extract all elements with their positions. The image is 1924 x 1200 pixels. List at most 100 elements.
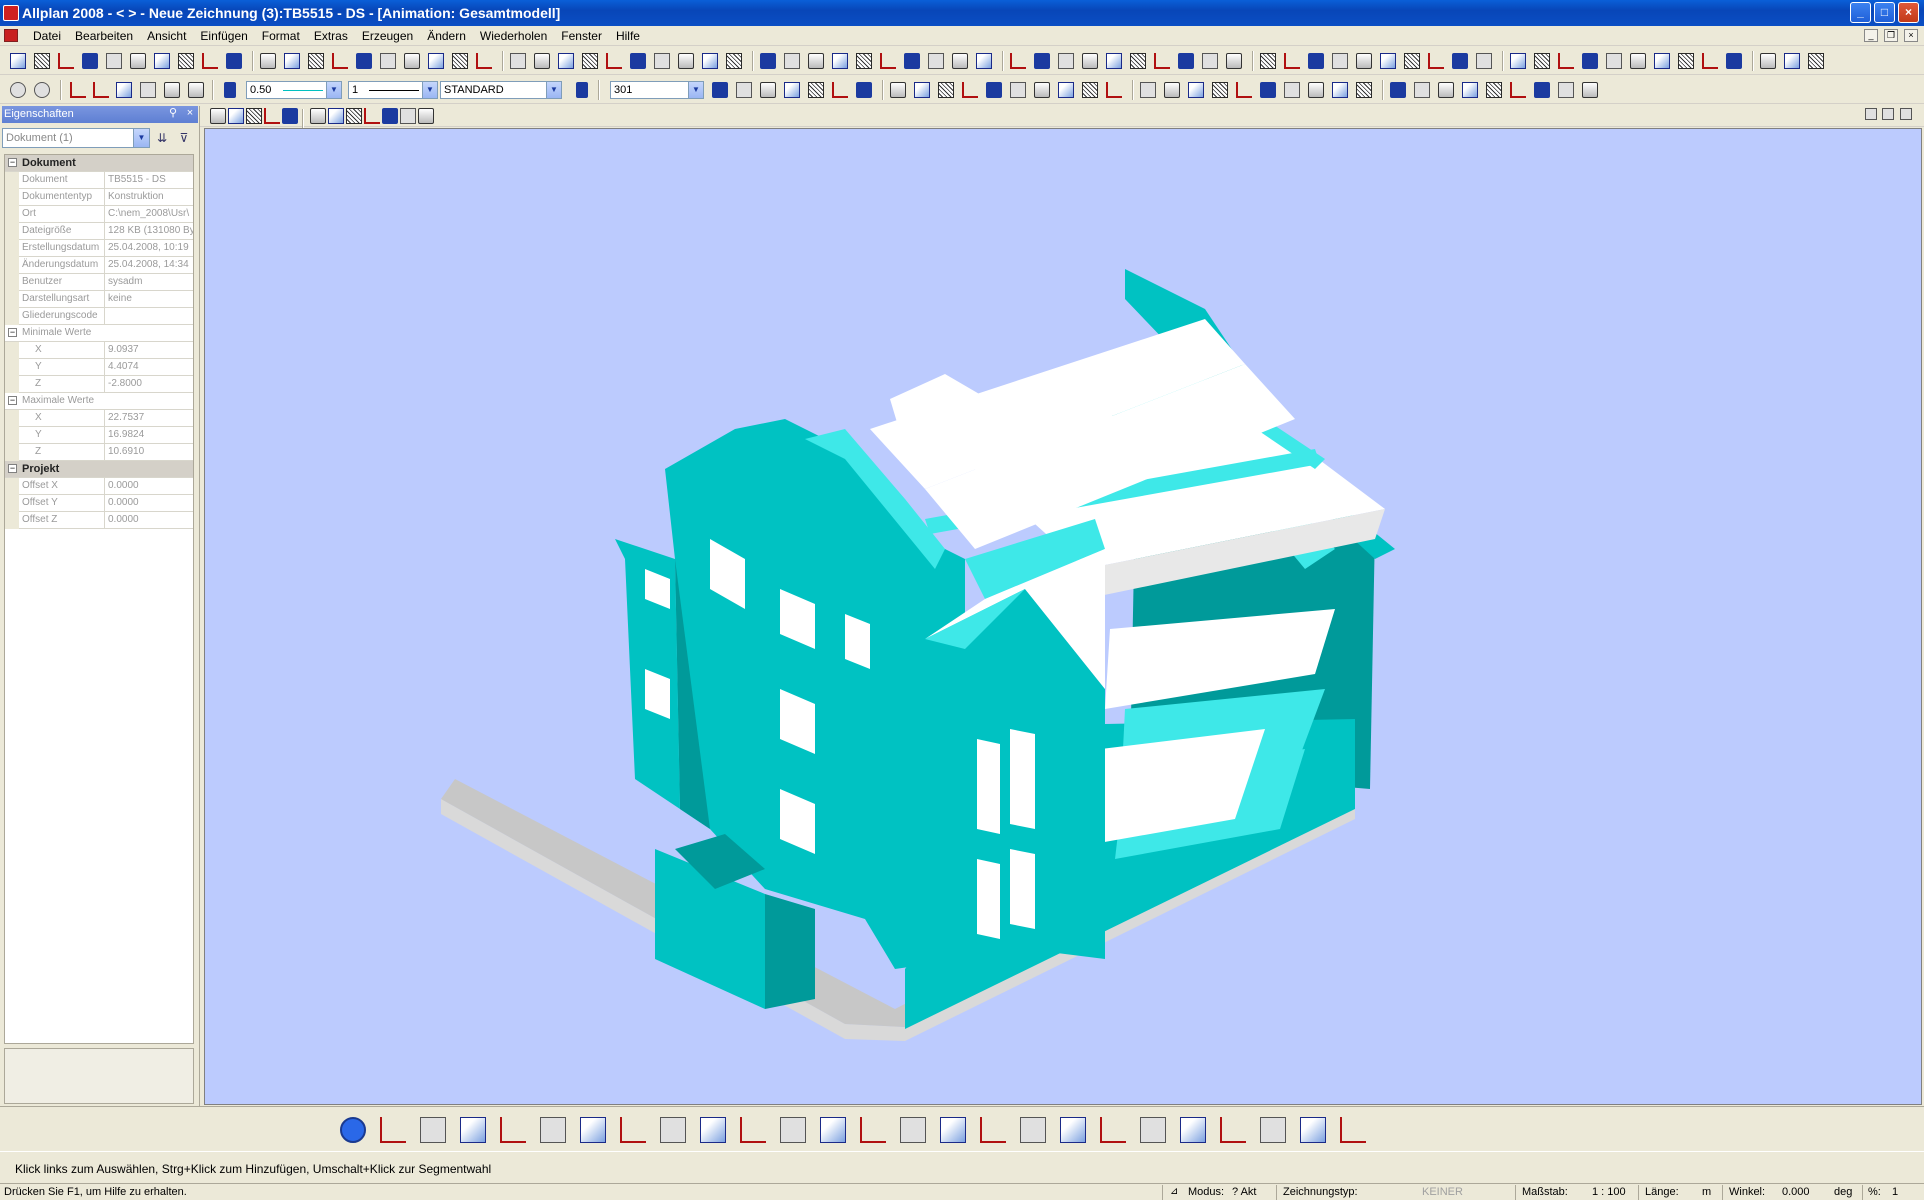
tool-icon[interactable] [726,53,742,69]
drawing-type-value[interactable]: KEINER [1422,1186,1463,1198]
tool-icon[interactable] [962,82,978,98]
tool-icon[interactable] [784,53,800,69]
tool-icon[interactable] [310,108,326,124]
tool-icon[interactable] [558,53,574,69]
tool-icon[interactable] [1630,53,1646,69]
context-tool-icon[interactable] [660,1117,686,1143]
tool-icon[interactable] [1900,108,1912,120]
dimension-icon[interactable] [93,82,109,98]
tool-icon[interactable] [760,82,776,98]
mode-value[interactable]: ? Akt [1232,1186,1256,1198]
property-row[interactable]: Y 16.9824 [5,427,193,444]
property-row[interactable]: Erstellungsdatum 25.04.2008, 10:19 [5,240,193,257]
tool-icon[interactable] [1212,82,1228,98]
property-row[interactable]: Darstellungsart keine [5,291,193,308]
menu-item[interactable]: Extras [307,29,355,43]
tool-icon[interactable] [678,53,694,69]
collapse-icon[interactable]: − [8,158,17,167]
tool-icon[interactable] [1606,53,1622,69]
tool-icon[interactable] [1154,53,1170,69]
tool-icon[interactable] [832,82,848,98]
zoom-window-icon[interactable] [34,82,50,98]
tool-icon[interactable] [202,53,218,69]
property-row[interactable]: Benutzer sysadm [5,274,193,291]
tool-icon[interactable] [736,82,752,98]
tool-icon[interactable] [228,108,244,124]
tool-icon[interactable] [1308,53,1324,69]
tool-icon[interactable] [1140,82,1156,98]
context-tool-icon[interactable] [780,1117,806,1143]
context-tool-icon[interactable] [340,1117,366,1143]
property-group[interactable]: − Projekt [5,461,193,478]
tool-icon[interactable] [284,53,300,69]
document-icon[interactable] [4,29,18,42]
tool-icon[interactable] [890,82,906,98]
property-row[interactable]: Dokumententyp Konstruktion [5,189,193,206]
scale-value[interactable]: 1 : 100 [1592,1186,1626,1198]
context-tool-icon[interactable] [620,1117,646,1143]
property-row[interactable]: X 22.7537 [5,410,193,427]
tool-icon[interactable] [1582,53,1598,69]
tool-icon[interactable] [1404,53,1420,69]
tool-icon[interactable] [712,82,728,98]
tool-icon[interactable] [1784,53,1800,69]
length-value[interactable]: m [1702,1186,1711,1198]
maximize-button[interactable]: □ [1874,2,1895,23]
menu-item[interactable]: Hilfe [609,29,647,43]
context-tool-icon[interactable] [1100,1117,1126,1143]
text-style-icon[interactable] [188,82,204,98]
tool-icon[interactable] [1534,53,1550,69]
line-type-select[interactable]: 1 ▼ [348,81,438,99]
tool-icon[interactable] [364,108,380,124]
chevron-down-icon[interactable]: ▼ [326,82,341,98]
property-row[interactable]: Z -2.8000 [5,376,193,393]
tool-icon[interactable] [1356,82,1372,98]
tool-icon[interactable] [832,53,848,69]
context-tool-icon[interactable] [1220,1117,1246,1143]
measure-icon[interactable] [70,82,86,98]
tool-icon[interactable] [1332,82,1348,98]
tool-icon[interactable] [1414,82,1430,98]
property-row[interactable]: Offset Y 0.0000 [5,495,193,512]
tool-icon[interactable] [928,53,944,69]
tool-icon[interactable] [1882,108,1894,120]
context-tool-icon[interactable] [500,1117,526,1143]
tool-icon[interactable] [380,53,396,69]
property-row[interactable]: Offset Z 0.0000 [5,512,193,529]
property-row[interactable]: Ort C:\nem_2008\Usr\ [5,206,193,223]
minimize-button[interactable]: _ [1850,2,1871,23]
tool-icon[interactable] [282,108,298,124]
context-tool-icon[interactable] [860,1117,886,1143]
tool-icon[interactable] [58,53,74,69]
app-icon[interactable] [3,5,19,21]
tool-icon[interactable] [356,53,372,69]
tool-icon[interactable] [914,82,930,98]
property-row[interactable]: Y 4.4074 [5,359,193,376]
tool-icon[interactable] [1034,53,1050,69]
tool-icon[interactable] [1308,82,1324,98]
tool-icon[interactable] [1260,53,1276,69]
tool-icon[interactable] [1558,53,1574,69]
collapse-icon[interactable]: − [8,328,17,337]
context-tool-icon[interactable] [980,1117,1006,1143]
sort-icon[interactable]: ⇊ [154,130,170,146]
tool-icon[interactable] [1760,53,1776,69]
tool-icon[interactable] [1380,53,1396,69]
tool-icon[interactable] [1865,108,1877,120]
tool-icon[interactable] [178,53,194,69]
tool-icon[interactable] [856,82,872,98]
tool-icon[interactable] [1188,82,1204,98]
building-3d-model[interactable] [441,269,1395,1041]
tool-icon[interactable] [1236,82,1252,98]
hatch-select[interactable]: 301 ▼ [610,81,704,99]
tool-icon[interactable] [400,108,416,124]
menu-item[interactable]: Ansicht [140,29,193,43]
filter-icon[interactable]: ⊽ [176,130,192,146]
layer-select[interactable]: STANDARD ▼ [440,81,562,99]
tool-icon[interactable] [1034,82,1050,98]
menu-item[interactable]: Datei [26,29,68,43]
context-tool-icon[interactable] [1260,1117,1286,1143]
menu-item[interactable]: Erzeugen [355,29,420,43]
mdi-close-icon[interactable]: × [1904,29,1918,42]
3d-viewport[interactable] [204,128,1922,1105]
